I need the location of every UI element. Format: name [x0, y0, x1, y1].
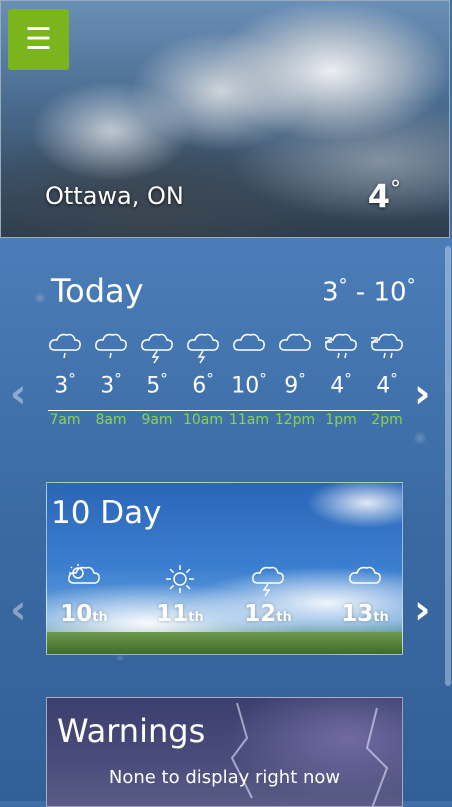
- day-date: 10th: [60, 601, 108, 627]
- thunder-cloud-icon: [134, 330, 180, 368]
- day-item: 13th: [335, 563, 395, 627]
- thunder-cloud-icon: [180, 330, 226, 368]
- cloud-icon: [272, 330, 318, 368]
- rain-cloud-icon: [88, 330, 134, 368]
- hourly-divider: [48, 410, 400, 411]
- hour-time: 10am: [182, 412, 224, 429]
- hour-time: 1pm: [325, 412, 357, 429]
- hour-time: 9am: [141, 412, 173, 429]
- sun-icon: [150, 563, 210, 601]
- windy-rain-icon: [318, 330, 364, 368]
- day-item: 10th: [54, 563, 114, 627]
- tenday-next-arrow[interactable]: ›: [414, 590, 430, 630]
- hero-banner: ☰ Ottawa, ON 4°: [0, 0, 450, 238]
- ten-day-title: 10 Day: [51, 495, 162, 531]
- hour-temp: 9°: [284, 370, 306, 399]
- today-prev-arrow[interactable]: ‹: [10, 374, 26, 414]
- city-name: Ottawa, ON: [45, 182, 184, 210]
- hour-temp: 4°: [330, 370, 352, 399]
- hour-temp: 3°: [54, 370, 76, 399]
- hour-temp: 4°: [376, 370, 398, 399]
- current-temperature: 4°: [367, 177, 401, 216]
- day-item: 12th: [238, 563, 298, 627]
- grass-decoration: [47, 632, 402, 654]
- hour-item: 10° 11am: [226, 330, 272, 428]
- scrollbar[interactable]: [445, 246, 451, 686]
- hour-item: 4° 1pm: [318, 330, 364, 428]
- day-date: 11th: [156, 601, 204, 627]
- hour-item: 9° 12pm: [272, 330, 318, 428]
- warnings-title: Warnings: [57, 712, 206, 750]
- hour-temp: 3°: [100, 370, 122, 399]
- warnings-panel[interactable]: Warnings None to display right now: [46, 697, 403, 807]
- today-title: Today: [51, 272, 144, 310]
- hour-temp: 5°: [146, 370, 168, 399]
- thunder-cloud-icon: [238, 563, 298, 601]
- hour-time: 11am: [228, 412, 270, 429]
- rain-cloud-icon: [42, 330, 88, 368]
- hamburger-icon: ☰: [25, 22, 52, 57]
- hour-item: 6° 10am: [180, 330, 226, 428]
- hour-time: 2pm: [371, 412, 403, 429]
- windy-rain-icon: [364, 330, 410, 368]
- today-next-arrow[interactable]: ›: [414, 374, 430, 414]
- tenday-prev-arrow[interactable]: ‹: [10, 590, 26, 630]
- daily-forecast: 10th 11th 12th 13th: [47, 563, 402, 633]
- cloud-icon: [335, 563, 395, 601]
- hour-time: 8am: [95, 412, 127, 429]
- day-item: 11th: [150, 563, 210, 627]
- hour-temp: 10°: [231, 370, 267, 399]
- today-temp-range: 3° - 10°: [322, 275, 416, 308]
- hour-item: 5° 9am: [134, 330, 180, 428]
- hour-item: 3° 7am: [42, 330, 88, 428]
- hour-time: 12pm: [274, 412, 316, 429]
- partly-sunny-icon: [54, 563, 114, 601]
- cloud-icon: [226, 330, 272, 368]
- hour-item: 3° 8am: [88, 330, 134, 428]
- menu-button[interactable]: ☰: [8, 9, 69, 70]
- warnings-text: None to display right now: [108, 767, 341, 788]
- day-date: 13th: [341, 601, 389, 627]
- day-date: 12th: [244, 601, 292, 627]
- hour-item: 4° 2pm: [364, 330, 410, 428]
- hour-time: 7am: [49, 412, 81, 429]
- hourly-forecast: 3° 7am 3° 8am 5° 9am 6° 10am 10° 11am 9° 12pm 4° 1pm 4…: [42, 330, 410, 440]
- hour-temp: 6°: [192, 370, 214, 399]
- ten-day-panel[interactable]: 10 Day 10th 11th 12th 13th: [46, 482, 403, 655]
